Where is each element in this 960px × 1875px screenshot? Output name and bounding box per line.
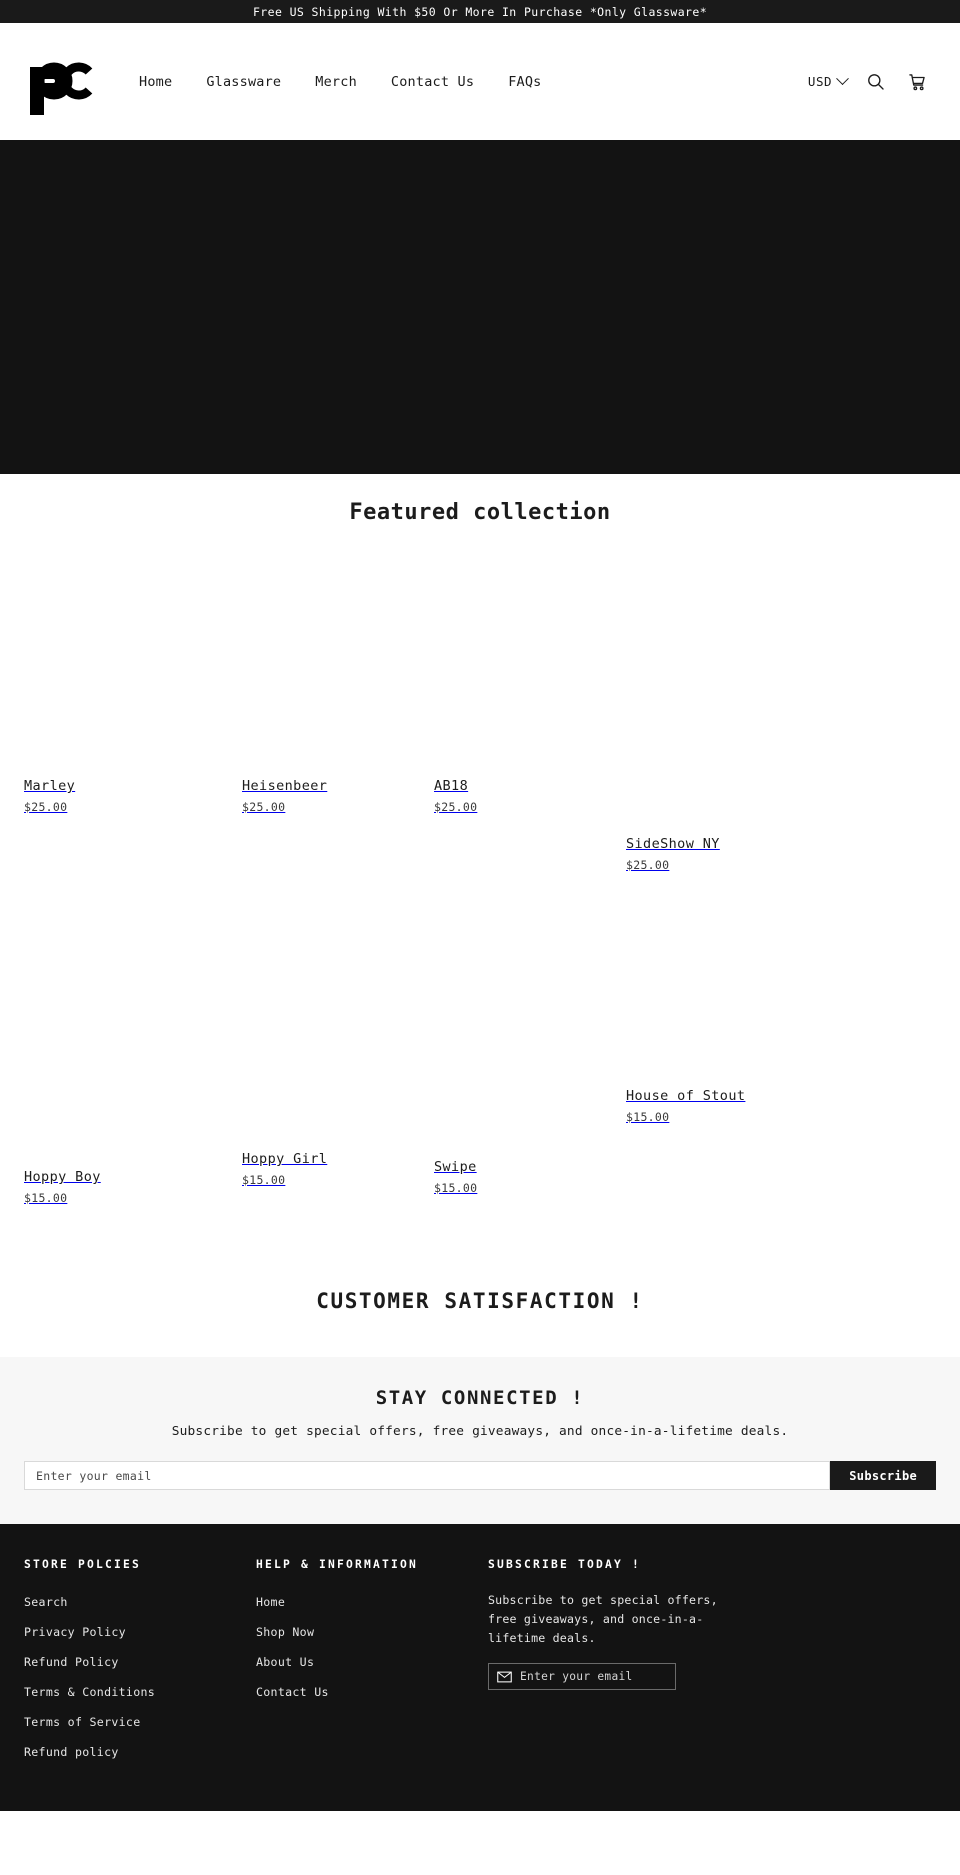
site-footer: STORE POLCIES Search Privacy Policy Refu… [0, 1524, 960, 1811]
footer-heading-store-policies: STORE POLCIES [24, 1558, 142, 1571]
footer-link-refund-policy-2[interactable]: Refund policy [24, 1745, 119, 1759]
product-price: $15.00 [434, 1180, 478, 1195]
footer-columns: STORE POLCIES Search Privacy Policy Refu… [24, 1558, 936, 1771]
footer-link-terms-of-service[interactable]: Terms of Service [24, 1715, 140, 1729]
footer-link-privacy-policy[interactable]: Privacy Policy [24, 1625, 126, 1639]
product-card-hoppy-boy[interactable]: Hoppy Boy $15.00 [24, 1169, 101, 1205]
list-item: Search [24, 1591, 256, 1610]
list-item: Shop Now [256, 1621, 488, 1640]
product-price: $15.00 [24, 1190, 68, 1205]
footer-link-list-help-information: Home Shop Now About Us Contact Us [256, 1591, 488, 1700]
product-price: $25.00 [434, 799, 478, 814]
search-icon [868, 74, 884, 90]
product-card-swipe[interactable]: Swipe $15.00 [434, 1159, 477, 1195]
product-name: House of Stout [626, 1088, 746, 1104]
newsletter-email-input[interactable] [24, 1461, 831, 1490]
product-row-2: Hoppy Boy $15.00 Hoppy Girl $15.00 Swipe… [24, 843, 936, 1273]
cart-button[interactable] [896, 66, 938, 98]
chevron-down-icon [836, 72, 849, 86]
envelope-icon [497, 1671, 512, 1683]
product-row-1: Marley $25.00 Heisenbeer $25.00 AB18 $25… [24, 535, 936, 872]
product-card-ab18[interactable]: AB18 $25.00 [434, 778, 477, 814]
product-name: Hoppy Girl [242, 1151, 328, 1167]
list-item: Terms & Conditions [24, 1681, 256, 1700]
hero-banner[interactable] [0, 140, 960, 474]
currency-selector[interactable]: USD [800, 68, 855, 95]
product-name: Marley [24, 778, 76, 794]
currency-value: USD [807, 74, 832, 89]
footer-link-refund-policy[interactable]: Refund Policy [24, 1655, 119, 1669]
footer-column-help-information: HELP & INFORMATION Home Shop Now About U… [256, 1558, 488, 1771]
list-item: Contact Us [256, 1681, 488, 1700]
product-name: Hoppy Boy [24, 1169, 101, 1185]
list-item: Refund policy [24, 1741, 256, 1760]
footer-link-shop-now[interactable]: Shop Now [256, 1625, 314, 1639]
footer-link-list-store-policies: Search Privacy Policy Refund Policy Term… [24, 1591, 256, 1760]
footer-link-about-us[interactable]: About Us [256, 1655, 314, 1669]
nav-item-home[interactable]: Home [122, 68, 189, 96]
header-actions: USD [800, 66, 938, 98]
footer-link-home[interactable]: Home [256, 1595, 285, 1609]
list-item: Refund Policy [24, 1651, 256, 1670]
product-card-house-of-stout[interactable]: House of Stout $15.00 [626, 1088, 745, 1124]
customer-satisfaction-heading: CUSTOMER SATISFACTION ! [316, 1289, 644, 1313]
nav-item-merch[interactable]: Merch [298, 68, 374, 96]
announcement-text: Free US Shipping With $50 Or More In Pur… [252, 4, 708, 19]
newsletter-subscribe-button[interactable]: Subscribe [830, 1461, 936, 1490]
product-name: Heisenbeer [242, 778, 328, 794]
footer-subscribe-email-input[interactable] [520, 1670, 667, 1684]
footer-heading-help-information: HELP & INFORMATION [256, 1558, 419, 1571]
footer-column-store-policies: STORE POLCIES Search Privacy Policy Refu… [24, 1558, 256, 1771]
list-item: Home [256, 1591, 488, 1610]
site-header: Home Glassware Merch Contact Us FAQs USD [0, 23, 960, 140]
search-button[interactable] [855, 66, 896, 97]
footer-link-contact-us[interactable]: Contact Us [256, 1685, 329, 1699]
nav-item-glassware[interactable]: Glassware [189, 68, 298, 96]
nav-item-faqs[interactable]: FAQs [491, 68, 558, 96]
product-card-heisenbeer[interactable]: Heisenbeer $25.00 [242, 778, 327, 814]
footer-subscribe-text: Subscribe to get special offers, free gi… [488, 1593, 718, 1645]
main-navigation: Home Glassware Merch Contact Us FAQs [122, 68, 559, 96]
footer-subscribe-form [488, 1663, 676, 1691]
newsletter-form: Subscribe [24, 1461, 936, 1490]
cart-icon [909, 73, 925, 90]
nav-item-contact-us[interactable]: Contact Us [374, 68, 491, 96]
newsletter-subtitle: Subscribe to get special offers, free gi… [171, 1424, 789, 1439]
product-price: $15.00 [242, 1172, 286, 1187]
product-card-marley[interactable]: Marley $25.00 [24, 778, 75, 814]
product-name: Swipe [434, 1159, 477, 1175]
product-price: $25.00 [24, 799, 68, 814]
list-item: Terms of Service [24, 1711, 256, 1730]
pc-logo-icon [30, 62, 93, 115]
list-item: Privacy Policy [24, 1621, 256, 1640]
product-card-hoppy-girl[interactable]: Hoppy Girl $15.00 [242, 1151, 327, 1187]
list-item: About Us [256, 1651, 488, 1670]
announcement-bar: Free US Shipping With $50 Or More In Pur… [0, 0, 960, 23]
product-price: $25.00 [242, 799, 286, 814]
newsletter-section: STAY CONNECTED ! Subscribe to get specia… [0, 1357, 960, 1524]
product-name: AB18 [434, 778, 469, 794]
product-price: $15.00 [626, 1109, 670, 1124]
footer-link-search[interactable]: Search [24, 1595, 68, 1609]
featured-collection-title: Featured collection [349, 500, 611, 525]
newsletter-title: STAY CONNECTED ! [375, 1387, 585, 1409]
footer-column-subscribe: SUBSCRIBE TODAY ! Subscribe to get speci… [488, 1558, 936, 1771]
featured-collection-grid: Marley $25.00 Heisenbeer $25.00 AB18 $25… [0, 535, 960, 1273]
footer-link-terms-conditions[interactable]: Terms & Conditions [24, 1685, 155, 1699]
site-logo[interactable] [26, 53, 94, 115]
footer-heading-subscribe-today: SUBSCRIBE TODAY ! [488, 1558, 642, 1571]
